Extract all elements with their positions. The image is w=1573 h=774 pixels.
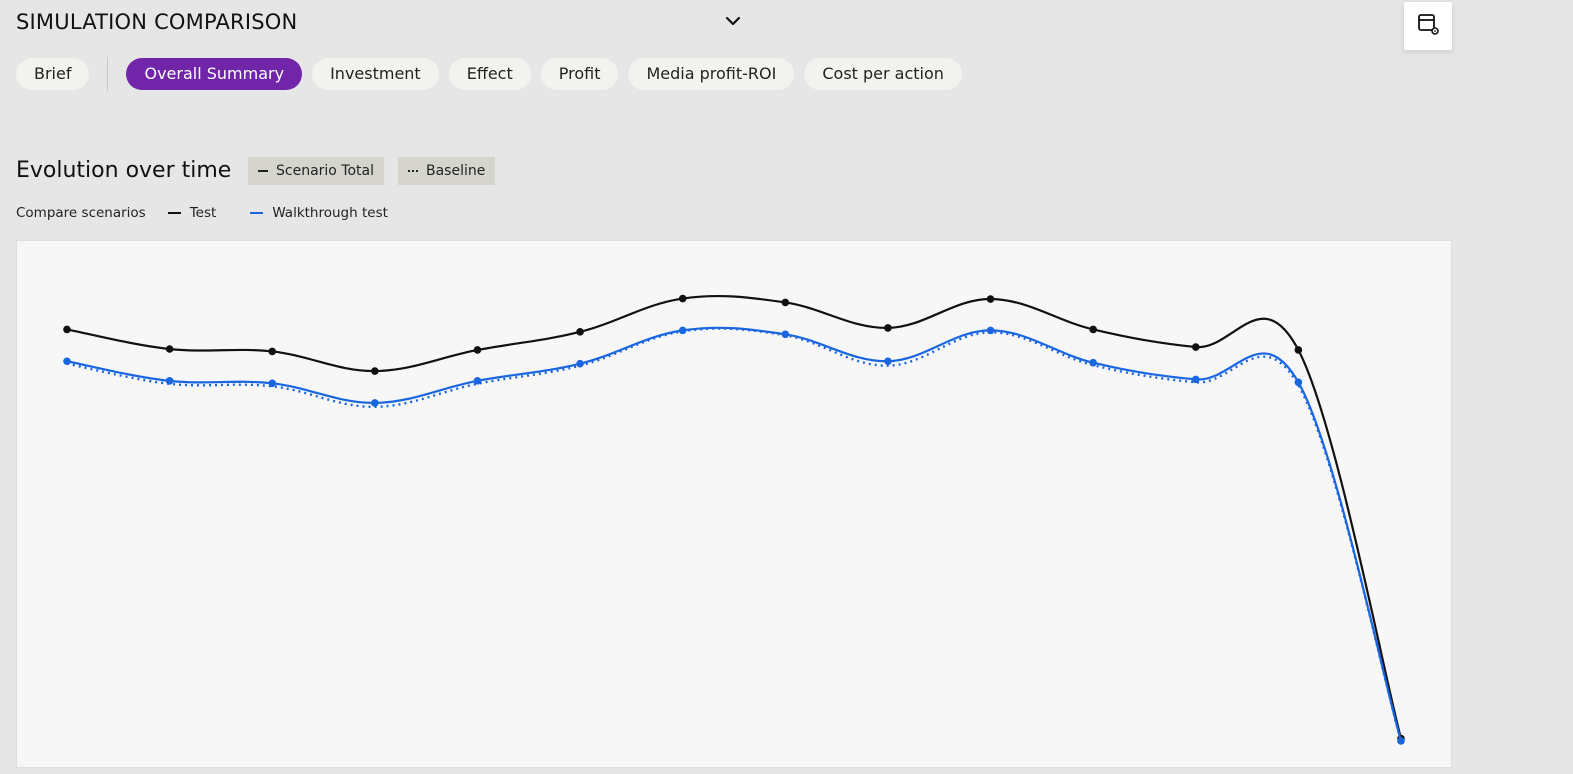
data-point[interactable] [63, 357, 71, 366]
legend-chip-scenario-total[interactable]: Scenario Total [248, 157, 385, 185]
tab-cost-per-action[interactable]: Cost per action [804, 58, 962, 90]
scenario-swatch [167, 212, 181, 214]
data-point[interactable] [371, 399, 379, 407]
tab-divider [107, 57, 109, 91]
evolution-chart [16, 240, 1452, 768]
data-point[interactable] [63, 325, 71, 334]
data-point[interactable] [1294, 378, 1303, 387]
dotted-line-icon [408, 170, 418, 172]
data-point[interactable] [473, 346, 482, 354]
data-point[interactable] [781, 298, 790, 307]
data-point[interactable] [473, 377, 482, 385]
scenario-name: Walkthrough test [272, 205, 388, 221]
calendar-settings-icon [1416, 12, 1440, 41]
data-point[interactable] [371, 367, 379, 375]
series-line-test-solid [66, 294, 1403, 739]
data-point[interactable] [268, 347, 277, 356]
data-point[interactable] [268, 379, 277, 388]
tab-bar: Brief Overall Summary Investment Effect … [16, 57, 972, 91]
tab-profit[interactable]: Profit [540, 58, 619, 90]
compare-label: Compare scenarios [16, 205, 146, 221]
solid-line-icon [258, 170, 268, 172]
data-point[interactable] [1191, 375, 1200, 384]
series-line-walkthrough-test-dotted [66, 327, 1403, 742]
data-point[interactable] [576, 359, 584, 368]
compare-scenarios-legend: Compare scenarios Test Walkthrough test [16, 205, 388, 221]
data-point[interactable] [165, 345, 174, 353]
tab-effect[interactable]: Effect [448, 58, 531, 90]
scenario-legend-test[interactable]: Test [167, 205, 217, 221]
chart-svg [63, 294, 1405, 745]
data-point[interactable] [1089, 358, 1097, 367]
data-point[interactable] [884, 324, 892, 332]
chevron-down-icon[interactable] [724, 10, 742, 32]
data-point[interactable] [678, 294, 687, 303]
data-point[interactable] [165, 377, 174, 385]
data-point[interactable] [678, 326, 687, 335]
series-line-walkthrough-test-solid [66, 326, 1403, 742]
data-point[interactable] [576, 328, 584, 336]
legend-chip-baseline[interactable]: Baseline [398, 157, 496, 185]
tab-media-profit-roi[interactable]: Media profit-ROI [628, 58, 795, 90]
data-point[interactable] [1397, 737, 1405, 745]
tab-brief[interactable]: Brief [16, 58, 90, 90]
legend-chip-label: Scenario Total [276, 163, 375, 179]
calendar-settings-button[interactable] [1404, 2, 1452, 50]
section-title: Evolution over time [16, 158, 232, 183]
scenario-name: Test [189, 205, 217, 221]
data-point[interactable] [1294, 346, 1303, 354]
data-point[interactable] [884, 357, 892, 366]
tab-investment[interactable]: Investment [312, 58, 439, 90]
scenario-legend-walkthrough[interactable]: Walkthrough test [250, 205, 388, 221]
tab-overall-summary[interactable]: Overall Summary [126, 58, 303, 90]
data-point[interactable] [781, 330, 790, 339]
data-point[interactable] [986, 326, 995, 335]
data-point[interactable] [1089, 325, 1097, 334]
scenario-swatch [250, 212, 264, 214]
data-point[interactable] [986, 295, 995, 303]
data-point[interactable] [1191, 343, 1200, 351]
page-title: SIMULATION COMPARISON [16, 10, 298, 34]
legend-chip-label: Baseline [426, 163, 486, 179]
